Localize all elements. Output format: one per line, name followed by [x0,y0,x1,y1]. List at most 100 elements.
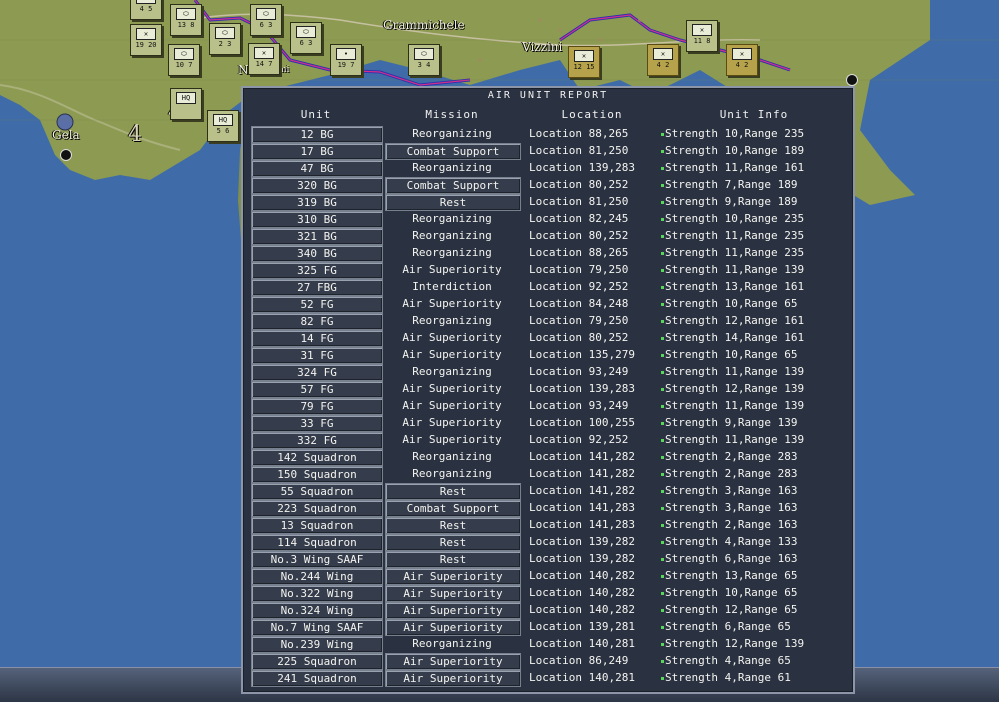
unit-name-button[interactable]: 324 FG [251,364,383,381]
unit-counter[interactable]: ✕ 12 15 [568,46,600,78]
unit-name-button[interactable]: 332 FG [251,432,383,449]
mission-button[interactable]: Air Superiority [385,296,519,311]
unit-name-button[interactable]: No.239 Wing [251,636,383,653]
mission-button[interactable]: Reorganizing [385,636,519,651]
mission-button[interactable]: Reorganizing [385,466,519,481]
unit-name-button[interactable]: No.3 Wing SAAF [251,551,383,568]
mission-button[interactable]: Interdiction [385,279,519,294]
unit-strength-label: 2 3 [218,40,232,48]
unit-name-button[interactable]: 14 FG [251,330,383,347]
unit-name-button[interactable]: No.322 Wing [251,585,383,602]
unit-name-button[interactable]: 57 FG [251,381,383,398]
unit-name-button[interactable]: 225 Squadron [251,653,383,670]
unit-counter[interactable]: ⬭ 6 3 [250,4,282,36]
unit-name-button[interactable]: 31 FG [251,347,383,364]
mission-button[interactable]: Combat Support [385,143,521,160]
unit-name-button[interactable]: 320 BG [251,177,383,194]
unit-counter[interactable]: ✕ 4 2 [647,44,679,76]
mission-button[interactable]: Air Superiority [385,568,521,585]
unit-counter[interactable]: ⬭ 6 3 [290,22,322,54]
mission-button[interactable]: Air Superiority [385,381,519,396]
unit-info-text: Strength 2,Range 283 [665,450,798,463]
unit-counter[interactable]: ⬭ 3 4 [408,44,440,76]
mission-button[interactable]: Air Superiority [385,619,521,636]
unit-name-button[interactable]: 114 Squadron [251,534,383,551]
unit-info-cell: Strength 10,Range 235 [661,126,847,141]
unit-counter[interactable]: 4 5 [130,0,162,20]
unit-name-button[interactable]: 223 Squadron [251,500,383,517]
unit-name-button[interactable]: 17 BG [251,143,383,160]
unit-name-button[interactable]: 79 FG [251,398,383,415]
unit-info-cell: Strength 11,Range 235 [661,245,847,260]
unit-info-text: Strength 3,Range 163 [665,484,798,497]
mission-button[interactable]: Rest [385,194,521,211]
unit-counter[interactable]: ✕ 11 8 [686,20,718,52]
unit-name-button[interactable]: 319 BG [251,194,383,211]
unit-name-button[interactable]: 13 Squadron [251,517,383,534]
mission-button[interactable]: Air Superiority [385,398,519,413]
unit-name-button[interactable]: No.324 Wing [251,602,383,619]
unit-name-button[interactable]: 27 FBG [251,279,383,296]
unit-name-button[interactable]: 55 Squadron [251,483,383,500]
unit-name-button[interactable]: 47 BG [251,160,383,177]
mission-button[interactable]: Reorganizing [385,449,519,464]
mission-button[interactable]: Air Superiority [385,347,519,362]
unit-name-button[interactable]: 321 BG [251,228,383,245]
mission-button[interactable]: Air Superiority [385,585,521,602]
unit-name-button[interactable]: 33 FG [251,415,383,432]
mission-button[interactable]: Rest [385,551,521,568]
unit-counter[interactable]: ✕ 19 20 [130,24,162,56]
unit-info-text: Strength 12,Range 139 [665,382,805,395]
mission-button[interactable]: Reorganizing [385,160,519,175]
mission-button[interactable]: Air Superiority [385,670,521,687]
mission-button[interactable]: Air Superiority [385,653,521,670]
mission-button[interactable]: Reorganizing [385,228,519,243]
unit-counter[interactable]: ✕ 4 2 [726,44,758,76]
mission-button[interactable]: Rest [385,483,521,500]
unit-name-button[interactable]: 241 Squadron [251,670,383,687]
unit-name-button[interactable]: 52 FG [251,296,383,313]
mission-button[interactable]: Reorganizing [385,364,519,379]
unit-name-button[interactable]: No.244 Wing [251,568,383,585]
mission-button[interactable]: Air Superiority [385,330,519,345]
air-unit-report-dialog: AIR UNIT REPORT Unit Mission Location Un… [241,86,855,694]
table-row: No.3 Wing SAAF Rest Location 139,282 Streng… [243,550,853,568]
unit-counter[interactable]: • 19 7 [330,44,362,76]
table-row: 79 FG Air Superiority Location 93,249 Stren… [243,397,853,415]
table-row: 325 FG Air Superiority Location 79,250 Stre… [243,261,853,279]
mission-button[interactable]: Combat Support [385,500,521,517]
mission-button[interactable]: Reorganizing [385,245,519,260]
unit-name-button[interactable]: 142 Squadron [251,449,383,466]
status-dot-icon [661,234,664,238]
unit-counter[interactable]: ⬭ 13 8 [170,4,202,36]
unit-name-button[interactable]: 82 FG [251,313,383,330]
unit-name-button[interactable]: 325 FG [251,262,383,279]
unit-counter[interactable]: ⬭ 2 3 [209,23,241,55]
unit-name-button[interactable]: 340 BG [251,245,383,262]
mission-button[interactable]: Rest [385,517,521,534]
column-header-location: Location [561,108,623,121]
mission-button[interactable]: Reorganizing [385,126,519,141]
mission-button[interactable]: Air Superiority [385,262,519,277]
mission-button[interactable]: Air Superiority [385,602,521,619]
unit-counter[interactable]: HQ 5 6 [207,110,239,142]
mission-button[interactable]: Combat Support [385,177,521,194]
unit-name-button[interactable]: 310 BG [251,211,383,228]
status-dot-icon [661,608,664,612]
mission-button[interactable]: Reorganizing [385,211,519,226]
table-row: 47 BG Reorganizing Location 139,283 Strengt… [243,159,853,177]
status-dot-icon [661,421,664,425]
unit-info-text: Strength 10,Range 65 [665,297,798,310]
mission-button[interactable]: Rest [385,534,521,551]
unit-counter[interactable]: ✕ 14 7 [248,43,280,75]
mission-button[interactable]: Air Superiority [385,415,519,430]
mission-button[interactable]: Air Superiority [385,432,519,447]
unit-name-button[interactable]: 150 Squadron [251,466,383,483]
unit-name-button[interactable]: No.7 Wing SAAF [251,619,383,636]
unit-name-button[interactable]: 12 BG [251,126,383,143]
unit-counter[interactable]: HQ [170,88,202,120]
unit-strength-label: 6 3 [259,21,273,29]
unit-counter[interactable]: ⬭ 10 7 [168,44,200,76]
unit-symbol-icon: ✕ [574,50,594,62]
mission-button[interactable]: Reorganizing [385,313,519,328]
